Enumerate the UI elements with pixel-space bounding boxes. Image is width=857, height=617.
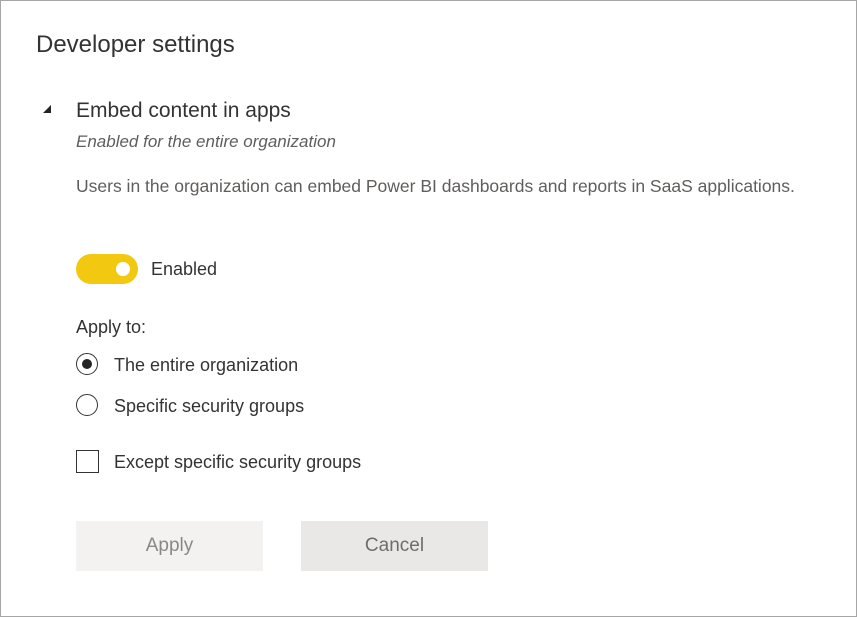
radio-dot [82, 359, 92, 369]
toggle-label: Enabled [151, 259, 218, 279]
radio-label: Specific security groups [114, 396, 305, 416]
except-security-groups-checkbox[interactable] [76, 450, 99, 473]
panel-title: Developer settings [36, 31, 235, 58]
radio-button-selected[interactable] [76, 353, 98, 375]
radio-label: The entire organization [114, 355, 299, 375]
developer-settings-panel: Developer settings Embed content in apps… [0, 0, 857, 617]
radio-button-unselected[interactable] [76, 394, 98, 416]
triangle-collapse-icon[interactable] [43, 105, 51, 113]
section-description: Users in the organization can embed Powe… [76, 176, 795, 196]
apply-to-label: Apply to: [76, 317, 147, 337]
enabled-toggle[interactable] [76, 254, 138, 284]
apply-button[interactable]: Apply [76, 521, 263, 571]
cancel-button[interactable]: Cancel [301, 521, 488, 571]
checkbox-label: Except specific security groups [114, 452, 362, 472]
section-status: Enabled for the entire organization [76, 132, 336, 151]
toggle-knob [116, 262, 130, 276]
section-title[interactable]: Embed content in apps [76, 97, 291, 125]
